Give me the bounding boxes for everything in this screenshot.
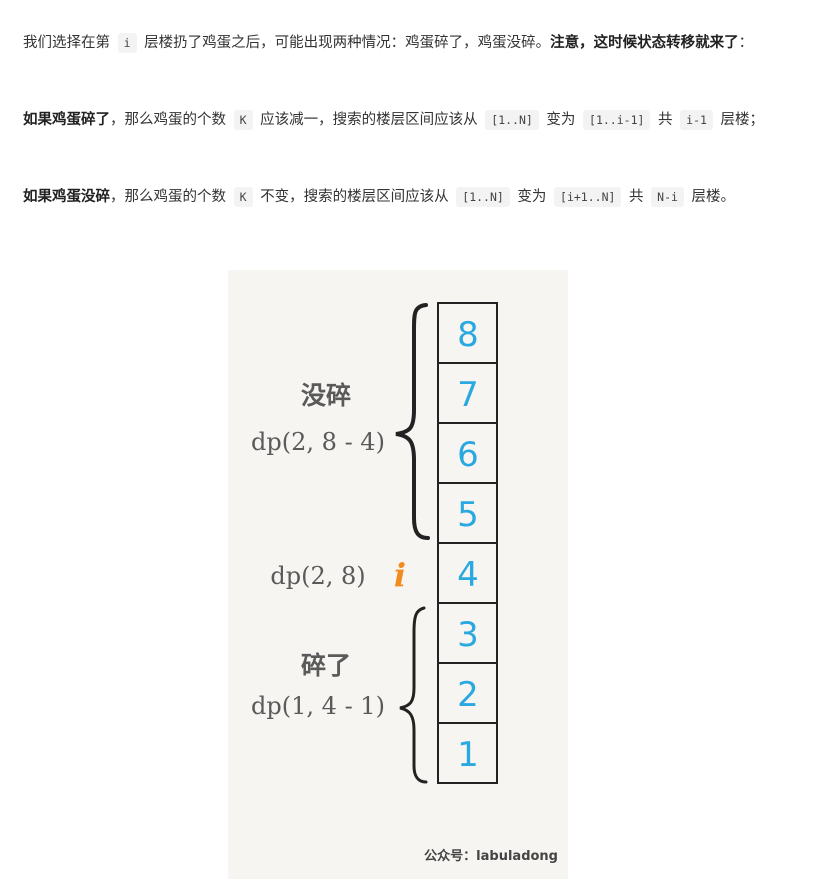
egg-drop-figure: 8 7 6 5 4 3 2 1 没碎 dp(2, 8 - 4) dp(2, 8)… bbox=[228, 270, 568, 879]
middle-marker: i bbox=[394, 556, 406, 594]
text-run: 我们选择在第 bbox=[23, 35, 115, 51]
paragraph-state-transition: 我们选择在第 i 层楼扔了鸡蛋之后，可能出现两种情况：鸡蛋碎了，鸡蛋没碎。注意，… bbox=[23, 30, 793, 57]
floor-number-6: 6 bbox=[457, 435, 479, 475]
floor-number-5: 5 bbox=[457, 495, 479, 535]
inline-code: i-1 bbox=[680, 110, 713, 130]
bold-text: 如果鸡蛋碎了 bbox=[23, 112, 110, 128]
inline-code: [1..N] bbox=[485, 110, 539, 130]
floor-number-7: 7 bbox=[457, 375, 479, 415]
upper-label: 没碎 bbox=[301, 381, 351, 410]
text-run: 应该减一，搜索的楼层区间应该从 bbox=[255, 112, 483, 128]
inline-code: [1..i-1] bbox=[583, 110, 651, 130]
floor-number-2: 2 bbox=[457, 675, 479, 715]
credit-watermark: 公众号：labuladong bbox=[424, 848, 558, 864]
lower-brace bbox=[399, 606, 428, 784]
text-run: 不变，搜索的楼层区间应该从 bbox=[255, 189, 454, 205]
text-run: 层楼扔了鸡蛋之后，可能出现两种情况：鸡蛋碎了，鸡蛋没碎。 bbox=[139, 35, 551, 51]
bold-text: 注意，这时候状态转移就来了 bbox=[550, 35, 739, 51]
bold-text: 如果鸡蛋没碎 bbox=[23, 189, 110, 205]
inline-code: i bbox=[117, 33, 137, 53]
inline-code: [i+1..N] bbox=[554, 187, 622, 207]
inline-code: K bbox=[233, 110, 253, 130]
paragraph-egg-not-broken: 如果鸡蛋没碎，那么鸡蛋的个数 K 不变，搜索的楼层区间应该从 [1..N] 变为… bbox=[23, 184, 793, 211]
lower-label: 碎了 bbox=[301, 651, 351, 680]
text-run: 层楼。 bbox=[686, 189, 736, 205]
text-run: 变为 bbox=[512, 189, 552, 205]
floor-number-4: 4 bbox=[457, 555, 479, 595]
text-run: 变为 bbox=[541, 112, 581, 128]
text-run: 共 bbox=[624, 189, 649, 205]
text-run: ，那么鸡蛋的个数 bbox=[110, 112, 231, 128]
paragraph-egg-broken: 如果鸡蛋碎了，那么鸡蛋的个数 K 应该减一，搜索的楼层区间应该从 [1..N] … bbox=[23, 107, 793, 134]
text-run: ，那么鸡蛋的个数 bbox=[110, 189, 231, 205]
text-run: ： bbox=[738, 35, 754, 51]
inline-code: K bbox=[233, 187, 253, 207]
upper-brace bbox=[395, 303, 430, 540]
floor-number-8: 8 bbox=[457, 315, 479, 355]
floor-number-1: 1 bbox=[457, 735, 479, 775]
lower-formula: dp(1, 4 - 1) bbox=[251, 692, 385, 720]
floor-number-3: 3 bbox=[457, 615, 479, 655]
inline-code: N-i bbox=[651, 187, 684, 207]
floors-diagram: 8 7 6 5 4 3 2 1 没碎 dp(2, 8 - 4) dp(2, 8)… bbox=[251, 302, 558, 864]
middle-formula: dp(2, 8) bbox=[270, 562, 365, 590]
upper-formula: dp(2, 8 - 4) bbox=[251, 428, 385, 456]
inline-code: [1..N] bbox=[456, 187, 510, 207]
text-run: 共 bbox=[653, 112, 678, 128]
text-run: 层楼； bbox=[715, 112, 765, 128]
